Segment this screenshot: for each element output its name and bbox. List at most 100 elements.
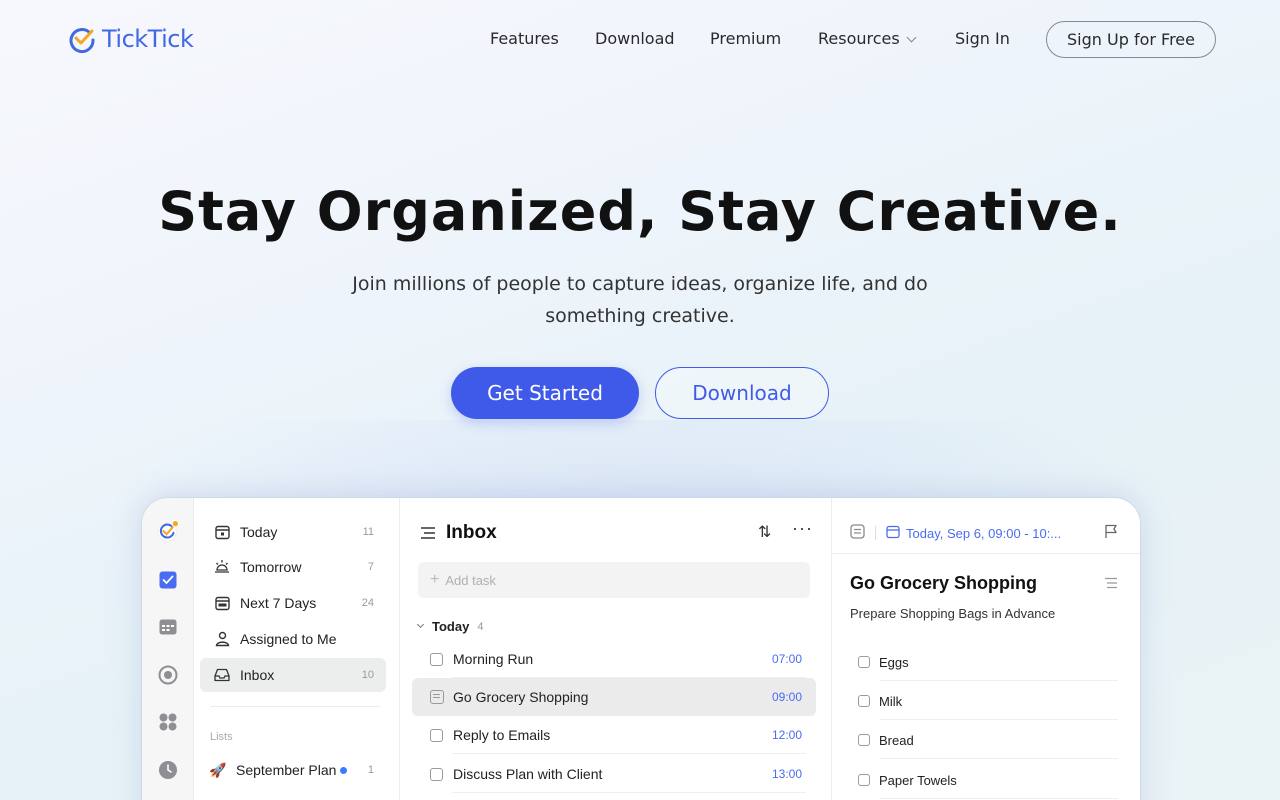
signup-button[interactable]: Sign Up for Free bbox=[1046, 21, 1216, 58]
calendar-icon bbox=[886, 525, 900, 542]
today-icon bbox=[212, 525, 232, 540]
task-check-icon[interactable] bbox=[156, 568, 180, 592]
checklist-item[interactable]: Eggs bbox=[858, 643, 1118, 681]
note-icon[interactable] bbox=[430, 690, 444, 704]
checklist-checkbox[interactable] bbox=[858, 656, 870, 668]
task-row[interactable]: Discuss Plan with Client 13:00 bbox=[412, 755, 816, 793]
sidebar-item-count: 11 bbox=[362, 526, 374, 538]
sidebar-item-label: Assigned to Me bbox=[240, 631, 337, 647]
sidebar-item-count: 24 bbox=[361, 597, 374, 609]
row-divider bbox=[880, 680, 1118, 681]
hero-subtitle: Join millions of people to capture ideas… bbox=[352, 273, 928, 327]
sidebar-list-september-plan[interactable]: 🚀 September Plan 1 bbox=[200, 753, 386, 787]
checklist-label: Bread bbox=[879, 732, 914, 748]
nav-premium[interactable]: Premium bbox=[710, 29, 781, 48]
site-header: TickTick Features Download Premium Resou… bbox=[0, 0, 1280, 80]
sidebar-item-next-7-days[interactable]: Next 7 Days 24 bbox=[200, 586, 386, 620]
add-task-placeholder: Add task bbox=[445, 572, 496, 588]
sort-icon[interactable]: ⇅ bbox=[758, 522, 771, 542]
nav-signin[interactable]: Sign In bbox=[955, 29, 1010, 48]
sidebar-item-today[interactable]: Today 11 bbox=[200, 515, 386, 549]
task-title: Go Grocery Shopping bbox=[453, 689, 589, 705]
download-button[interactable]: Download bbox=[655, 367, 829, 419]
row-divider bbox=[880, 758, 1118, 759]
calendar-icon[interactable] bbox=[156, 615, 180, 639]
group-count: 4 bbox=[477, 620, 484, 633]
avatar[interactable] bbox=[156, 519, 180, 543]
task-list-pane: Inbox ⇅ ··· + Add task Today 4 Morning R… bbox=[400, 498, 832, 800]
sidebar: Today 11 Tomorrow 7 Next 7 Days 24 Assig… bbox=[194, 498, 400, 800]
checklist-label: Milk bbox=[879, 693, 903, 709]
nav-resources[interactable]: Resources bbox=[818, 29, 917, 48]
nav-resources-label: Resources bbox=[818, 29, 900, 48]
inbox-icon bbox=[212, 668, 232, 682]
sidebar-item-inbox[interactable]: Inbox 10 bbox=[200, 658, 386, 692]
chevron-down-icon bbox=[416, 620, 425, 629]
task-title: Reply to Emails bbox=[453, 727, 551, 743]
row-divider bbox=[880, 719, 1118, 720]
task-checkbox[interactable] bbox=[430, 652, 443, 666]
sidebar-item-label: Tomorrow bbox=[240, 559, 302, 575]
ticktick-logo-icon bbox=[69, 28, 95, 53]
list-color-dot bbox=[340, 766, 348, 774]
sidebar-item-label: Next 7 Days bbox=[240, 595, 317, 611]
detail-subtitle[interactable]: Prepare Shopping Bags in Advance bbox=[850, 606, 1055, 621]
task-row[interactable]: Morning Run 07:00 bbox=[412, 640, 816, 678]
checklist-item[interactable]: Bread bbox=[858, 721, 1118, 759]
logo[interactable]: TickTick bbox=[68, 25, 194, 53]
task-time: 07:00 bbox=[771, 652, 802, 666]
task-time: 13:00 bbox=[771, 767, 802, 781]
focus-icon[interactable] bbox=[156, 663, 180, 687]
checklist-item[interactable]: Paper Towels bbox=[858, 761, 1118, 799]
checklist-checkbox[interactable] bbox=[858, 734, 870, 746]
sidebar-item-count: 10 bbox=[361, 669, 374, 681]
grid-icon[interactable] bbox=[156, 710, 180, 734]
task-checkbox[interactable] bbox=[430, 767, 443, 781]
person-icon bbox=[212, 631, 232, 647]
task-time: 12:00 bbox=[771, 728, 802, 742]
list-title: Inbox bbox=[446, 522, 497, 543]
brand-name: TickTick bbox=[102, 25, 194, 53]
add-task-input[interactable]: + Add task bbox=[418, 562, 810, 598]
nav-features[interactable]: Features bbox=[490, 29, 559, 48]
sidebar-item-tomorrow[interactable]: Tomorrow 7 bbox=[200, 550, 386, 584]
more-icon[interactable]: ··· bbox=[792, 518, 813, 539]
sidebar-divider bbox=[210, 706, 380, 707]
checklist-label: Eggs bbox=[879, 654, 909, 670]
due-date[interactable]: Today, Sep 6, 09:00 - 10:... bbox=[906, 526, 1061, 541]
rocket-icon: 🚀 bbox=[209, 761, 227, 778]
task-title: Discuss Plan with Client bbox=[453, 766, 603, 782]
task-title: Morning Run bbox=[453, 651, 534, 667]
hero-title: Stay Organized, Stay Creative. bbox=[158, 180, 1122, 243]
sidebar-item-count: 7 bbox=[367, 561, 374, 573]
clock-icon[interactable] bbox=[156, 758, 180, 782]
checklist-checkbox[interactable] bbox=[858, 774, 870, 786]
group-label: Today bbox=[432, 619, 470, 634]
task-checkbox[interactable] bbox=[430, 728, 443, 742]
task-row[interactable]: Go Grocery Shopping 09:00 bbox=[412, 678, 816, 716]
list-format-icon[interactable] bbox=[1104, 576, 1118, 594]
menu-icon[interactable] bbox=[420, 526, 436, 545]
sidebar-item-assigned[interactable]: Assigned to Me bbox=[200, 622, 386, 656]
flag-icon[interactable] bbox=[1104, 524, 1118, 544]
avatar-logo-icon bbox=[157, 519, 180, 542]
row-divider bbox=[880, 798, 1118, 799]
checklist-item[interactable]: Milk bbox=[858, 682, 1118, 720]
sun-icon bbox=[212, 559, 232, 575]
nav-download[interactable]: Download bbox=[595, 29, 675, 48]
group-header-today[interactable]: Today 4 bbox=[416, 619, 484, 634]
sidebar-item-count: 1 bbox=[367, 764, 374, 776]
app-preview: Today 11 Tomorrow 7 Next 7 Days 24 Assig… bbox=[142, 498, 1140, 800]
checklist-checkbox[interactable] bbox=[858, 695, 870, 707]
sidebar-item-label: Inbox bbox=[240, 667, 275, 683]
plus-icon: + bbox=[430, 571, 440, 588]
detail-divider bbox=[832, 553, 1140, 554]
get-started-button[interactable]: Get Started bbox=[451, 367, 639, 419]
detail-toolbar: Today, Sep 6, 09:00 - 10:... bbox=[850, 524, 1061, 542]
note-icon[interactable] bbox=[850, 524, 865, 542]
task-row[interactable]: Reply to Emails 12:00 bbox=[412, 716, 816, 754]
row-divider bbox=[452, 753, 806, 754]
detail-title[interactable]: Go Grocery Shopping bbox=[850, 573, 1037, 594]
icon-rail bbox=[142, 498, 194, 800]
row-divider bbox=[452, 792, 806, 793]
